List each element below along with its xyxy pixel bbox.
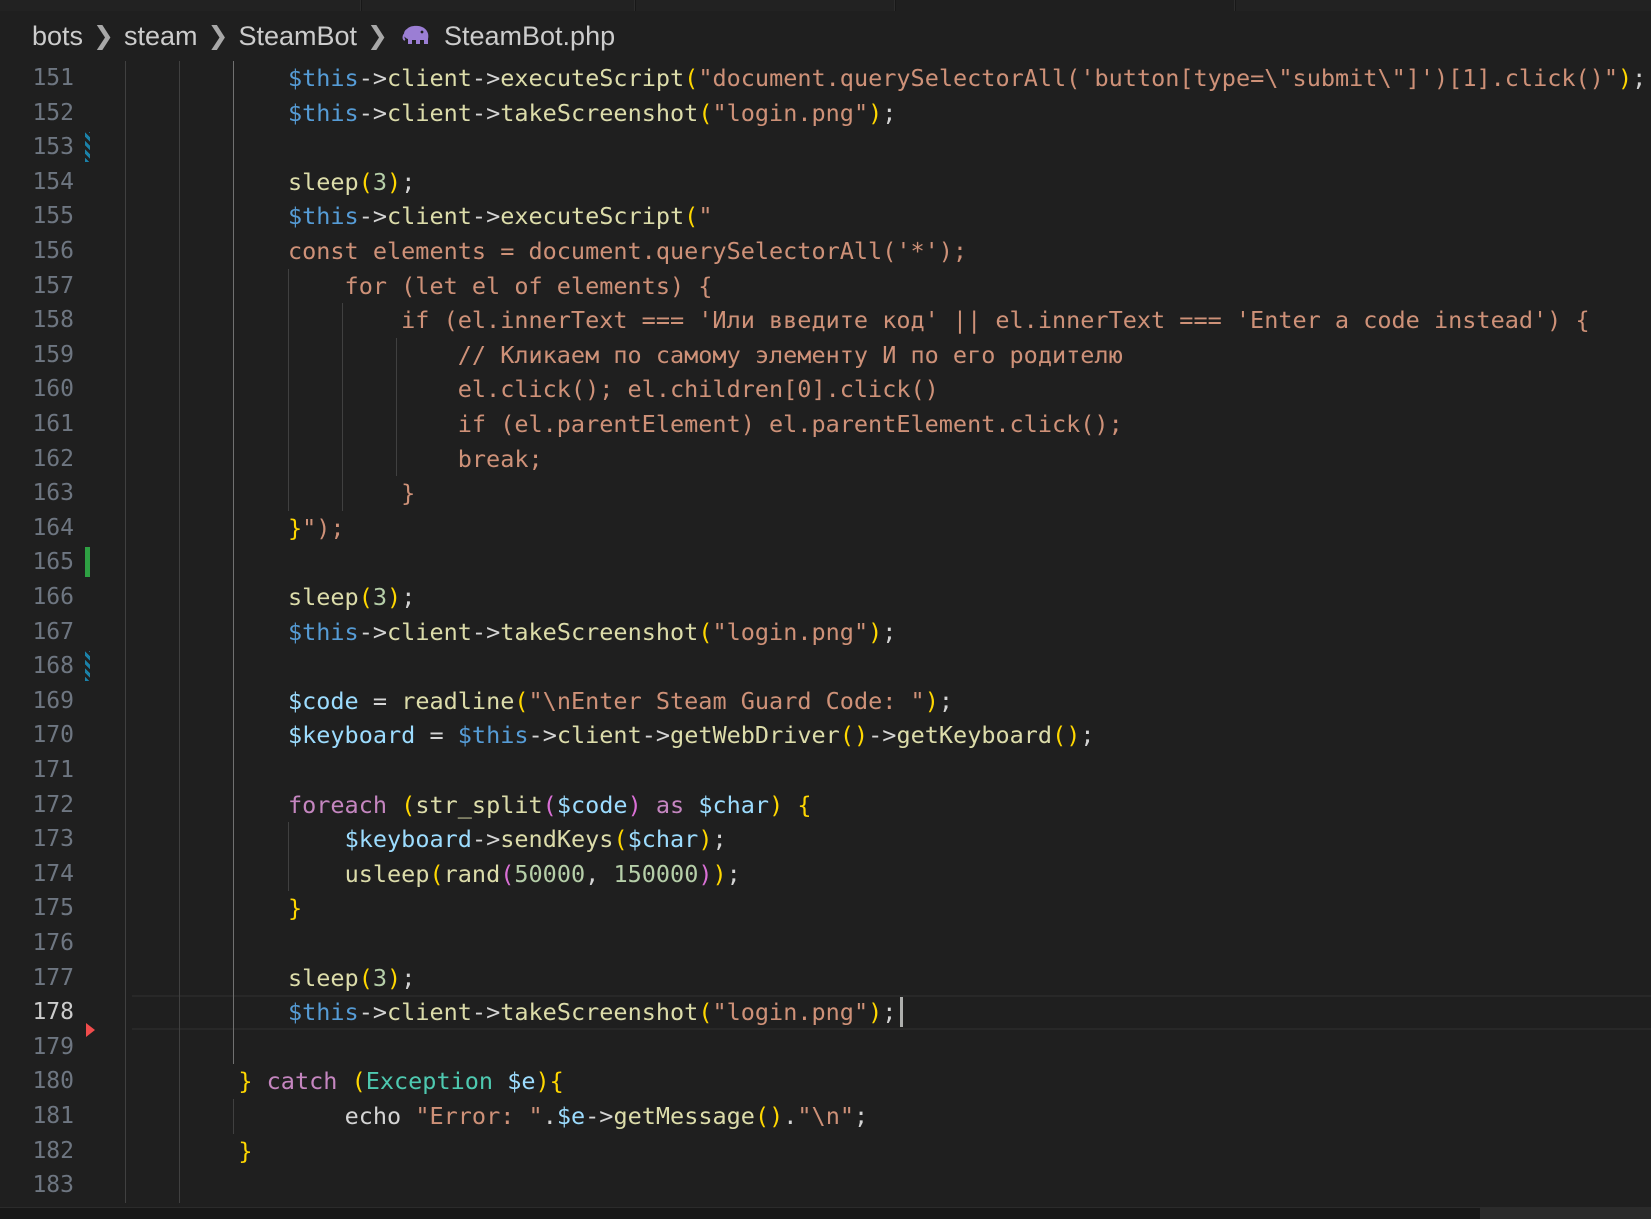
code-line[interactable]: } xyxy=(288,891,302,926)
line-number[interactable]: 168 xyxy=(0,649,74,684)
line-number[interactable]: 157 xyxy=(0,269,74,304)
breadcrumb-item-steam[interactable]: steam xyxy=(124,21,198,52)
git-added-indicator[interactable] xyxy=(85,547,90,578)
chevron-right-icon: ❯ xyxy=(93,22,114,50)
chevron-right-icon: ❯ xyxy=(367,22,388,50)
code-line[interactable]: for (let el of elements) { xyxy=(288,269,713,304)
line-number[interactable]: 179 xyxy=(0,1030,74,1065)
code-line[interactable]: $this->client->takeScreenshot("login.png… xyxy=(288,96,896,131)
editor-tab[interactable] xyxy=(0,0,361,11)
code-line[interactable]: $code = readline("\nEnter Steam Guard Co… xyxy=(288,684,953,719)
line-number[interactable]: 154 xyxy=(0,165,74,200)
php-elephant-icon xyxy=(402,24,432,48)
code-line[interactable]: sleep(3); xyxy=(288,580,415,615)
code-line[interactable]: $this->client->takeScreenshot("login.png… xyxy=(288,615,896,650)
line-number[interactable]: 166 xyxy=(0,580,74,615)
code-line[interactable]: } xyxy=(238,1134,252,1169)
code-line[interactable]: break; xyxy=(288,442,543,477)
line-number[interactable]: 156 xyxy=(0,234,74,269)
line-number[interactable]: 153 xyxy=(0,130,74,165)
line-number[interactable]: 161 xyxy=(0,407,74,442)
line-number[interactable]: 165 xyxy=(0,545,74,580)
line-number[interactable]: 155 xyxy=(0,199,74,234)
line-number[interactable]: 182 xyxy=(0,1134,74,1169)
code-line[interactable]: echo "Error: ".$e->getMessage()."\n"; xyxy=(288,1099,869,1134)
line-number[interactable]: 178 xyxy=(0,995,74,1030)
code-line[interactable]: $keyboard->sendKeys($char); xyxy=(288,822,727,857)
line-number[interactable]: 181 xyxy=(0,1099,74,1134)
editor-tab-active[interactable] xyxy=(896,0,1235,11)
tab-strip xyxy=(0,0,1651,11)
code-line[interactable]: sleep(3); xyxy=(288,961,415,996)
line-number[interactable]: 162 xyxy=(0,442,74,477)
line-number[interactable]: 174 xyxy=(0,857,74,892)
text-cursor xyxy=(899,997,903,1028)
breadcrumb: bots ❯ steam ❯ SteamBot ❯ SteamBot.php xyxy=(0,11,1651,61)
code-line[interactable]: } xyxy=(288,476,415,511)
line-number-gutter[interactable]: 151 152 153 154 155 156 157 158 159 160 161 162 163 1… xyxy=(0,61,100,1208)
status-bar xyxy=(0,1207,1651,1219)
line-number[interactable]: 167 xyxy=(0,615,74,650)
code-line[interactable]: if (el.parentElement) el.parentElement.c… xyxy=(288,407,1123,442)
line-number[interactable]: 171 xyxy=(0,753,74,788)
chevron-right-icon: ❯ xyxy=(207,22,229,50)
line-number[interactable]: 177 xyxy=(0,961,74,996)
code-line[interactable]: $this->client->takeScreenshot("login.png… xyxy=(288,995,896,1030)
code-line[interactable]: $keyboard = $this->client->getWebDriver(… xyxy=(288,718,1095,753)
line-number[interactable]: 159 xyxy=(0,338,74,373)
git-modified-indicator[interactable] xyxy=(85,132,90,163)
line-number[interactable]: 164 xyxy=(0,511,74,546)
line-number[interactable]: 169 xyxy=(0,684,74,719)
code-line[interactable]: if (el.innerText === 'Или введите код' |… xyxy=(288,303,1589,338)
line-number[interactable]: 170 xyxy=(0,718,74,753)
line-number[interactable]: 152 xyxy=(0,96,74,131)
line-number[interactable]: 163 xyxy=(0,476,74,511)
code-line[interactable]: usleep(rand(50000, 150000)); xyxy=(288,857,741,892)
line-number[interactable]: 183 xyxy=(0,1168,74,1203)
line-number[interactable]: 160 xyxy=(0,372,74,407)
editor-tab[interactable] xyxy=(362,0,635,11)
editor-tab[interactable] xyxy=(1236,0,1651,11)
line-number[interactable]: 172 xyxy=(0,788,74,823)
code-line[interactable]: foreach (str_split($code) as $char) { xyxy=(288,788,812,823)
line-number[interactable]: 180 xyxy=(0,1064,74,1099)
breadcrumb-file[interactable]: SteamBot.php xyxy=(444,21,615,52)
code-line[interactable]: }"); xyxy=(288,511,345,546)
git-deleted-indicator[interactable] xyxy=(86,1023,95,1038)
code-editor[interactable]: 151 152 153 154 155 156 157 158 159 160 161 162 163 1… xyxy=(0,61,1651,1208)
breadcrumb-item-steambot[interactable]: SteamBot xyxy=(238,21,357,52)
code-line[interactable]: el.click(); el.children[0].click() xyxy=(288,372,939,407)
line-number[interactable]: 173 xyxy=(0,822,74,857)
code-line[interactable]: $this->client->executeScript("document.q… xyxy=(288,61,1646,96)
git-modified-indicator[interactable] xyxy=(85,651,90,682)
line-number[interactable]: 158 xyxy=(0,303,74,338)
code-area[interactable]: $this->client->executeScript("document.q… xyxy=(132,61,1651,1208)
line-number[interactable]: 176 xyxy=(0,926,74,961)
indent-guide xyxy=(125,61,126,1203)
code-line[interactable]: $this->client->executeScript(" xyxy=(288,199,713,234)
code-line[interactable]: } catch (Exception $e){ xyxy=(238,1064,563,1099)
line-number[interactable]: 175 xyxy=(0,891,74,926)
breadcrumb-item-bots[interactable]: bots xyxy=(32,21,83,52)
editor-tab[interactable] xyxy=(636,0,895,11)
status-item[interactable] xyxy=(1480,1208,1651,1219)
code-line[interactable]: // Кликаем по самому элементу И по его р… xyxy=(288,338,1123,373)
code-line[interactable]: sleep(3); xyxy=(288,165,415,200)
line-number[interactable]: 151 xyxy=(0,61,74,96)
code-line[interactable]: const elements = document.querySelectorA… xyxy=(288,234,967,269)
